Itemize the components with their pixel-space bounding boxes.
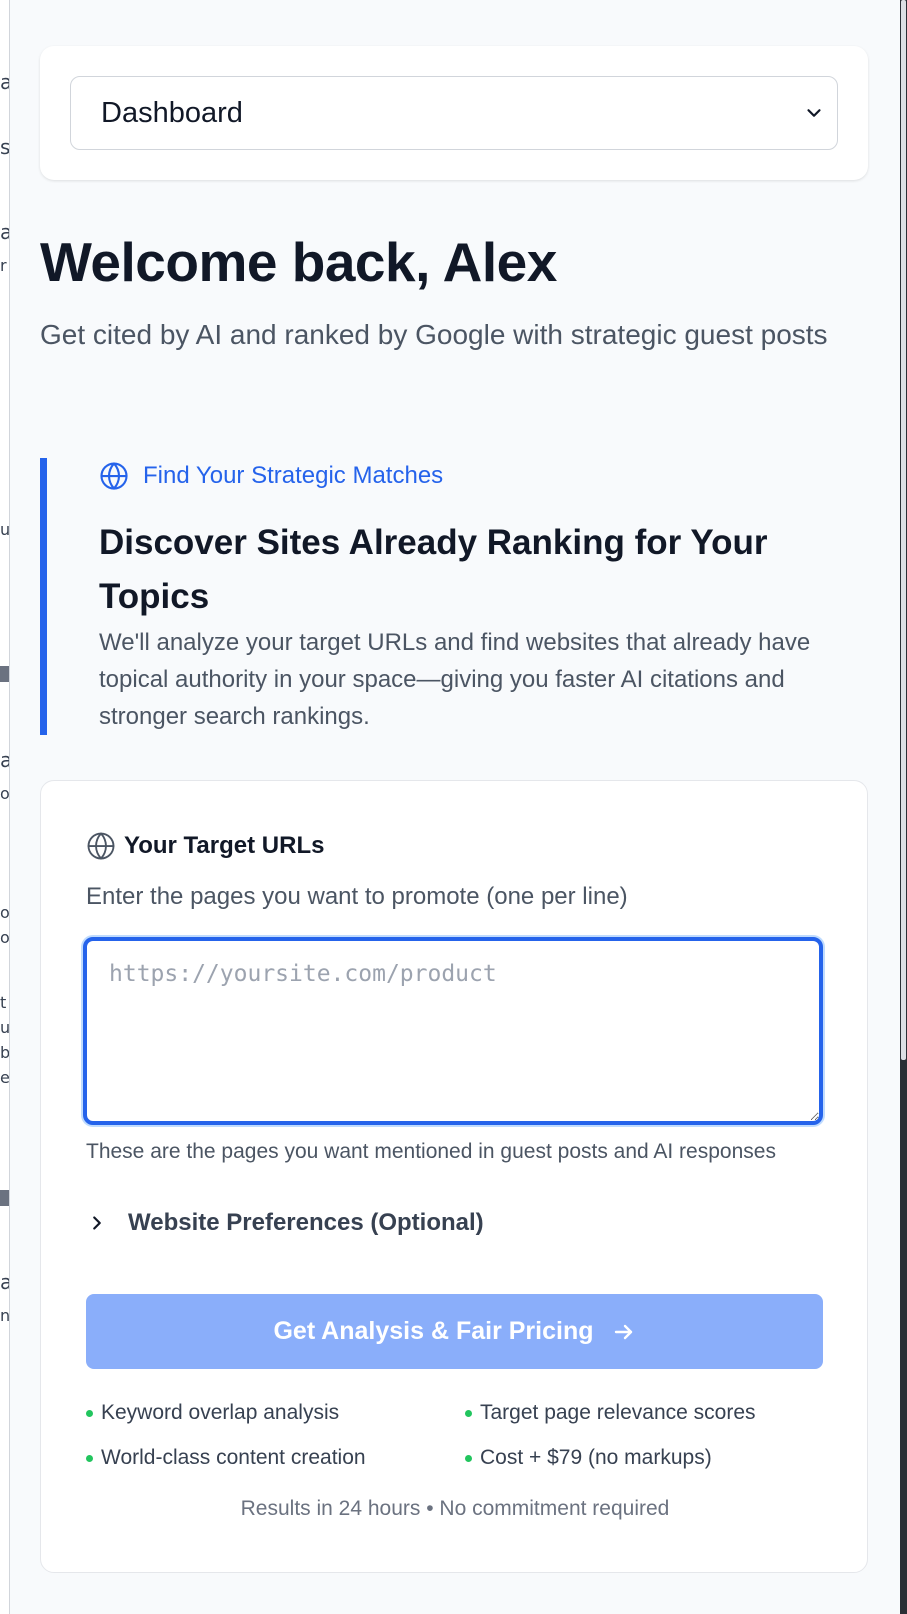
target-urls-input[interactable] (83, 937, 823, 1125)
bullet-dot (86, 1454, 93, 1462)
target-urls-label-text: Your Target URLs (124, 832, 325, 859)
background-text-fragment: u (0, 1018, 10, 1037)
background-bar (0, 666, 9, 682)
benefit-text: Cost + $79 (no markups) (480, 1446, 712, 1469)
target-urls-help: These are the pages you want mentioned i… (86, 1140, 776, 1163)
feature-callout: Find Your Strategic Matches Discover Sit… (40, 458, 870, 735)
benefit-item: Target page relevance scores (465, 1401, 756, 1425)
feature-kicker-label: Find Your Strategic Matches (143, 462, 444, 489)
website-preferences-label: Website Preferences (Optional) (128, 1209, 484, 1236)
page-selector[interactable]: Dashboard (70, 76, 838, 150)
chevron-right-icon (93, 1216, 101, 1230)
benefit-text: Keyword overlap analysis (101, 1401, 340, 1424)
bullet-dot (465, 1409, 472, 1417)
chevron-down-icon (807, 109, 821, 117)
background-text-fragment: n (0, 1306, 10, 1325)
bullet-dot (86, 1409, 93, 1417)
target-urls-hint: Enter the pages you want to promote (one… (86, 883, 628, 910)
benefit-item: Keyword overlap analysis (86, 1401, 339, 1425)
background-text-fragment: u (0, 520, 10, 539)
main-panel: Dashboard Welcome back, Alex Get cited b… (10, 0, 900, 1614)
feature-kicker: Find Your Strategic Matches (99, 461, 443, 491)
background-text-fragment: s (0, 135, 10, 159)
get-analysis-button-label: Get Analysis & Fair Pricing (273, 1317, 594, 1345)
website-preferences-toggle[interactable]: Website Preferences (Optional) (86, 1209, 484, 1237)
background-text-fragment: e (0, 1068, 10, 1087)
get-analysis-button[interactable]: Get Analysis & Fair Pricing (86, 1294, 823, 1369)
background-text-fragment: a (0, 72, 9, 92)
target-urls-form: Your Target URLs Enter the pages you wan… (40, 780, 868, 1573)
background-text-fragment: a (0, 1272, 9, 1292)
background-window-edge: a s a r u a o o o t u b e a n (0, 0, 10, 1614)
target-urls-label: Your Target URLs (86, 831, 324, 861)
benefit-text: Target page relevance scores (480, 1401, 756, 1424)
page-selector-value: Dashboard (101, 96, 243, 129)
background-text-fragment: a (0, 222, 9, 242)
window-edge (900, 0, 907, 1614)
footer-note: Results in 24 hours • No commitment requ… (240, 1497, 670, 1520)
benefit-item: World-class content creation (86, 1446, 366, 1470)
background-text-fragment: a (0, 750, 9, 770)
globe-icon (87, 832, 115, 860)
arrow-right-icon (614, 1324, 632, 1339)
background-text-fragment: b (0, 1043, 10, 1062)
page-title: Welcome back, Alex (40, 231, 557, 293)
globe-icon (100, 462, 128, 490)
benefit-text: World-class content creation (101, 1446, 366, 1469)
scrollbar[interactable] (901, 0, 906, 1060)
page-subtitle: Get cited by AI and ranked by Google wit… (40, 319, 828, 350)
background-text-fragment: r (0, 256, 7, 275)
background-text-fragment: t (0, 993, 7, 1012)
background-text-fragment: o (0, 903, 10, 922)
background-text-fragment: o (0, 928, 10, 947)
background-bar (0, 1190, 9, 1206)
feature-title: Discover Sites Already Ranking for Your … (99, 523, 768, 616)
background-text-fragment: o (0, 784, 10, 803)
bullet-dot (465, 1454, 472, 1462)
benefit-item: Cost + $79 (no markups) (465, 1446, 712, 1470)
nav-select-card: Dashboard (40, 46, 868, 180)
feature-description: We'll analyze your target URLs and find … (99, 629, 811, 730)
